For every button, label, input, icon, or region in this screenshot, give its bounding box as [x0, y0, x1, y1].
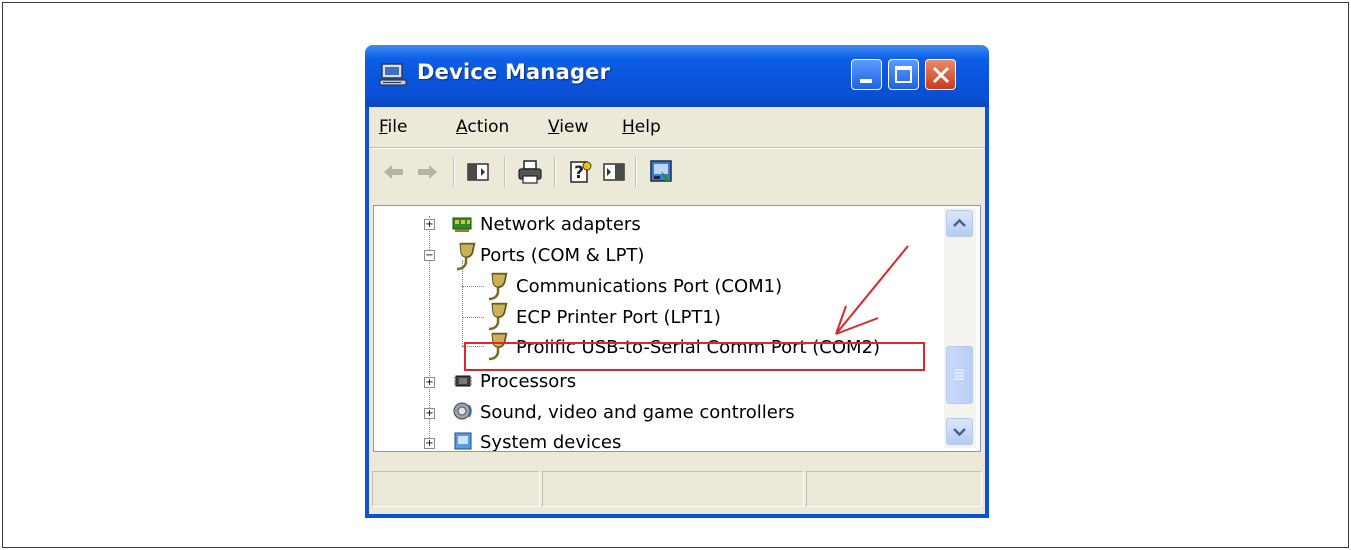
minimize-button[interactable] — [851, 59, 882, 90]
port-icon — [488, 272, 508, 301]
tree-connector — [462, 286, 484, 287]
scroll-down-button[interactable] — [946, 418, 973, 445]
menu-file-mnemonic: F — [379, 117, 388, 137]
expand-sound-video-game[interactable]: + — [424, 408, 435, 419]
toolbar-separator — [504, 157, 506, 187]
tree-item-system-devices[interactable]: System devices — [480, 428, 621, 452]
svg-text:?: ? — [574, 163, 584, 183]
collapse-ports[interactable]: − — [424, 250, 435, 261]
tree-item-processors[interactable]: Processors — [480, 367, 576, 395]
maximize-icon — [895, 66, 912, 83]
expand-network-adapters[interactable]: + — [424, 219, 435, 230]
close-button[interactable] — [925, 59, 956, 90]
menu-view-label: iew — [559, 117, 589, 137]
tree-item-ports[interactable]: Ports (COM & LPT) — [480, 241, 644, 269]
scroll-up-button[interactable] — [946, 210, 973, 237]
menu-action-mnemonic: A — [456, 117, 468, 137]
grip-icon — [955, 369, 964, 380]
status-pane — [372, 471, 540, 507]
menu-view[interactable]: View — [548, 117, 588, 137]
menu-bar: File Action View Help — [369, 107, 985, 147]
status-pane — [542, 471, 804, 507]
menu-file-label: ile — [387, 117, 408, 137]
menu-action[interactable]: Action — [456, 117, 509, 137]
menu-help-label: elp — [634, 117, 661, 137]
help-icon[interactable]: ? — [567, 159, 593, 185]
title-bar[interactable]: Device Manager — [365, 45, 989, 107]
system-device-icon — [454, 432, 472, 450]
menu-action-label: ction — [467, 117, 510, 137]
scrollbar-thumb[interactable] — [946, 346, 973, 404]
port-icon — [488, 302, 508, 331]
minimize-icon — [860, 79, 872, 83]
back-arrow-icon[interactable] — [381, 159, 407, 185]
show-hide-console-tree-icon[interactable] — [465, 159, 491, 185]
network-adapter-icon — [452, 217, 472, 232]
chevron-up-icon — [953, 218, 966, 227]
properties-icon[interactable] — [601, 159, 627, 185]
expand-system-devices[interactable]: + — [424, 438, 435, 449]
status-bar — [369, 465, 985, 514]
tree-connector — [462, 317, 484, 318]
annotation-arrow-icon — [835, 245, 909, 335]
computer-icon — [379, 63, 407, 86]
toolbar-separator — [453, 157, 455, 187]
tree-item-sound-video-game[interactable]: Sound, video and game controllers — [480, 398, 795, 426]
maximize-button[interactable] — [888, 59, 919, 90]
tree-item-lpt1[interactable]: ECP Printer Port (LPT1) — [516, 303, 721, 331]
vertical-scrollbar[interactable] — [944, 208, 976, 448]
forward-arrow-icon[interactable] — [414, 159, 440, 185]
menu-view-mnemonic: V — [548, 117, 560, 137]
processor-icon — [454, 375, 472, 387]
toolbar-separator — [554, 157, 556, 187]
toolbar: ? — [369, 149, 985, 199]
expand-processors[interactable]: + — [424, 377, 435, 388]
tree-connector — [462, 260, 463, 346]
menu-help-mnemonic: H — [622, 117, 635, 137]
port-icon — [456, 242, 476, 271]
menu-help[interactable]: Help — [622, 117, 661, 137]
window-title: Device Manager — [417, 60, 611, 84]
print-icon[interactable] — [517, 159, 543, 185]
tree-item-network-adapters[interactable]: Network adapters — [480, 210, 641, 238]
toolbar-separator — [635, 157, 637, 187]
menu-file[interactable]: File — [379, 117, 407, 137]
speaker-icon — [453, 402, 472, 420]
scan-hardware-icon[interactable] — [649, 159, 675, 185]
close-icon — [932, 66, 950, 84]
chevron-down-icon — [953, 428, 966, 437]
tree-item-com1[interactable]: Communications Port (COM1) — [516, 272, 782, 300]
status-pane — [806, 471, 982, 507]
